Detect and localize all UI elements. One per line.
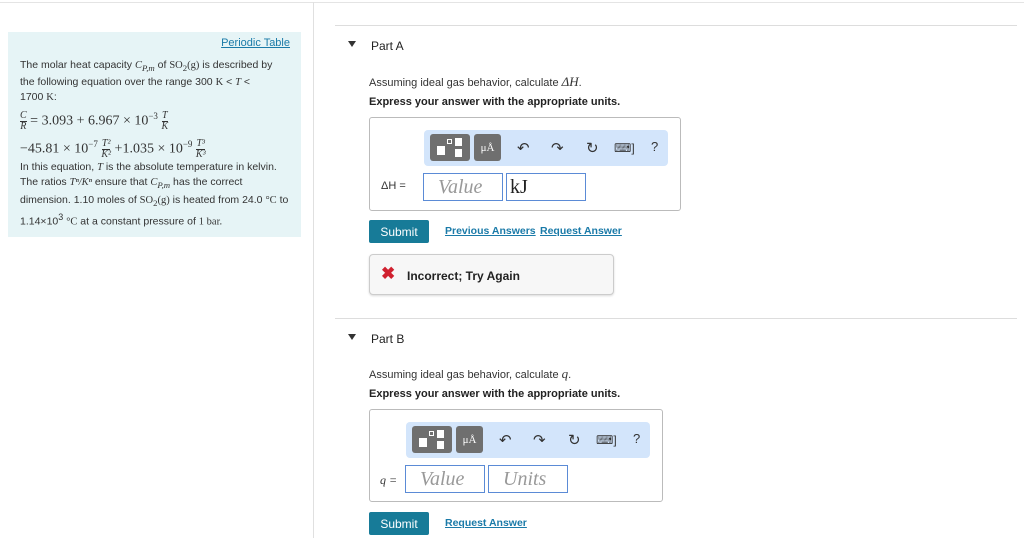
so2: SO: [139, 194, 154, 206]
part-b-header[interactable]: Part B: [335, 318, 1017, 356]
text: In this equation,: [20, 161, 98, 174]
units-input[interactable]: Units: [488, 465, 568, 493]
template-icon: [455, 138, 462, 146]
feedback-text: Incorrect; Try Again: [407, 269, 520, 283]
request-answer-link[interactable]: Request Answer: [540, 225, 622, 237]
part-a-answer-box: μÅ ↶ ↷ ↻ ⌨] ? ΔH = Value kJ: [369, 117, 681, 211]
reset-icon[interactable]: ↻: [568, 431, 581, 449]
part-a-instructions: Express your answer with the appropriate…: [369, 96, 621, 108]
keyboard-icon[interactable]: ⌨]: [614, 141, 635, 155]
so2-phase: (g): [157, 194, 170, 206]
collapse-triangle-icon: [348, 334, 356, 340]
top-divider: [0, 2, 1024, 3]
part-a-label: Part A: [371, 39, 404, 53]
den: K: [161, 121, 169, 133]
den: R: [20, 121, 27, 133]
text: <: [240, 76, 251, 89]
text: Assuming ideal gas behavior, calculate: [369, 77, 562, 89]
value-input[interactable]: Value: [423, 173, 503, 201]
units-button[interactable]: μÅ: [474, 134, 501, 161]
previous-answers-link[interactable]: Previous Answers: [445, 225, 536, 237]
redo-icon[interactable]: ↷: [551, 139, 564, 157]
undo-icon[interactable]: ↶: [517, 139, 530, 157]
template-icon: [437, 441, 444, 449]
cp-over-r: CR: [20, 111, 27, 132]
column-divider: [313, 2, 314, 538]
text: :: [53, 91, 57, 104]
delta-h-label: ΔH =: [381, 180, 406, 192]
math-toolbar: μÅ ↶ ↷ ↻ ⌨] ?: [406, 422, 650, 458]
submit-button[interactable]: Submit: [369, 220, 429, 243]
templates-button[interactable]: [412, 426, 452, 453]
x-icon: ✖: [381, 264, 396, 283]
so2-phase: (g): [187, 60, 200, 71]
cp-symbol: C: [134, 60, 142, 71]
feedback-box: ✖ Incorrect; Try Again: [369, 254, 614, 295]
request-answer-link[interactable]: Request Answer: [445, 517, 527, 529]
text: The molar heat capacity: [20, 59, 135, 71]
problem-details: In this equation, T is the absolute temp…: [20, 160, 289, 229]
den: K³: [195, 148, 206, 160]
problem-statement-panel: Periodic Table The molar heat capacity C…: [8, 32, 301, 237]
unit: °C: [265, 194, 277, 206]
text: .: [578, 77, 582, 89]
templates-button[interactable]: [430, 134, 470, 161]
so2: SO: [169, 60, 183, 71]
q-label: q =: [380, 473, 398, 487]
periodic-table-link[interactable]: Periodic Table: [221, 37, 290, 49]
problem-intro: The molar heat capacity CP,m of SO2(g) i…: [20, 58, 289, 105]
template-icon: [419, 438, 427, 447]
eq-term: −45.81 × 10: [20, 141, 89, 157]
redo-icon[interactable]: ↷: [533, 431, 546, 449]
var: ΔH: [561, 74, 579, 89]
text: <: [223, 76, 236, 89]
equation: CR = 3.093 + 6.967 × 10−3 TK −45.81 × 10…: [20, 105, 289, 160]
help-button[interactable]: ?: [633, 431, 640, 446]
cp-subscript: P,m: [142, 63, 155, 74]
exp: −3: [148, 111, 158, 122]
template-icon: [437, 430, 444, 438]
units-input[interactable]: kJ: [506, 173, 586, 201]
unit: °C: [66, 216, 78, 228]
unit: 1 bar.: [198, 216, 223, 228]
math-toolbar: μÅ ↶ ↷ ↻ ⌨] ?: [424, 130, 668, 166]
text: at a constant pressure of: [77, 215, 199, 228]
template-icon: [429, 431, 434, 436]
t-over-k: TK: [161, 111, 168, 132]
part-a-header[interactable]: Part A: [335, 25, 1017, 63]
value-input[interactable]: Value: [405, 465, 485, 493]
part-b-instructions: Express your answer with the appropriate…: [369, 388, 621, 400]
eq-term: = 3.093 + 6.967 × 10: [30, 113, 149, 129]
t2-over-k2: T² K²: [101, 138, 112, 160]
text: .: [568, 369, 572, 381]
template-icon: [455, 149, 462, 157]
submit-button[interactable]: Submit: [369, 512, 429, 535]
template-icon: [437, 146, 445, 155]
text: 1700: [20, 91, 47, 104]
unit: K: [46, 92, 54, 104]
eq-term: +1.035 × 10: [114, 141, 183, 157]
text: is heated from 24.0: [169, 193, 266, 206]
part-b-question: Assuming ideal gas behavior, calculate q…: [369, 366, 571, 382]
template-icon: [447, 139, 452, 144]
exp: −9: [182, 138, 193, 149]
cp-subscript: P,m: [157, 180, 171, 191]
t3-over-k3: T³ K³: [195, 138, 206, 160]
units-button[interactable]: μÅ: [456, 426, 483, 453]
text: of: [154, 59, 170, 71]
collapse-triangle-icon: [348, 41, 356, 47]
text: ensure that: [91, 176, 151, 189]
part-b-answer-box: μÅ ↶ ↷ ↻ ⌨] ? q = Value Units: [369, 409, 663, 502]
exp: −7: [88, 138, 98, 149]
text: Assuming ideal gas behavior, calculate: [369, 369, 562, 381]
help-button[interactable]: ?: [651, 139, 658, 154]
exp: 3: [58, 211, 64, 222]
keyboard-icon[interactable]: ⌨]: [596, 433, 617, 447]
den: K²: [101, 148, 112, 160]
undo-icon[interactable]: ↶: [499, 431, 512, 449]
reset-icon[interactable]: ↻: [586, 139, 599, 157]
part-a-question: Assuming ideal gas behavior, calculate Δ…: [369, 74, 582, 90]
part-b-label: Part B: [371, 332, 405, 346]
ratio: Tⁿ/Kⁿ: [69, 177, 92, 189]
